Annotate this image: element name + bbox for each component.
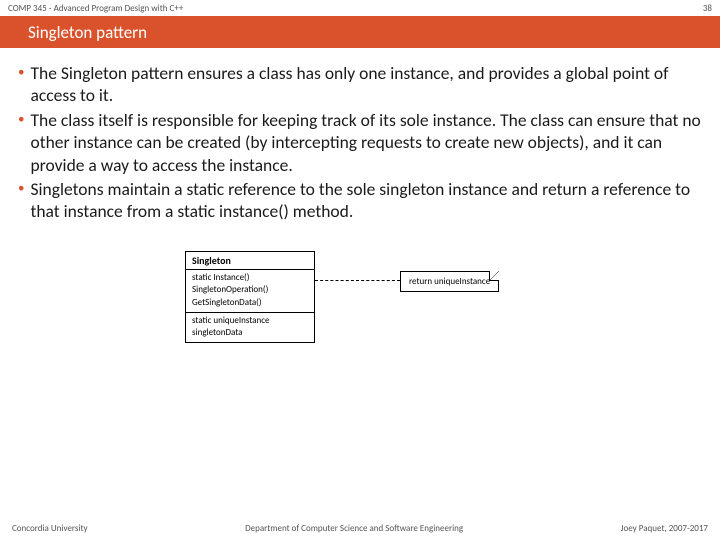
top-bar: COMP 345 - Advanced Program Design with … [0,0,720,16]
slide-title: Singleton pattern [28,22,147,43]
note-fold-icon [489,271,499,281]
footer-left: Concordia University [12,523,88,534]
bullet-item: • Singletons maintain a static reference… [18,178,702,223]
uml-class-name: Singleton [186,252,314,270]
footer-right: Joey Paquet, 2007-2017 [621,523,708,534]
uml-attributes: static uniqueInstance singletonData [186,313,314,342]
bullet-marker-icon: • [18,109,24,176]
bullet-text: The class itself is responsible for keep… [30,109,702,176]
slide-number: 38 [703,3,712,14]
uml-connector [315,280,400,281]
uml-attr-line: static uniqueInstance [192,315,308,328]
uml-operations: static Instance() SingletonOperation() G… [186,270,314,313]
content-area: • The Singleton pattern ensures a class … [0,48,720,371]
course-label: COMP 345 - Advanced Program Design with … [8,3,183,14]
footer-center: Department of Computer Science and Softw… [245,523,463,534]
bullet-item: • The class itself is responsible for ke… [18,109,702,176]
bullet-marker-icon: • [18,178,24,223]
bullet-text: Singletons maintain a static reference t… [30,178,702,223]
uml-attr-line: singletonData [192,327,308,340]
uml-op-line: static Instance() [192,272,308,285]
footer: Concordia University Department of Compu… [0,516,720,540]
uml-note-text: return uniqueInstance [409,276,490,287]
bullet-item: • The Singleton pattern ensures a class … [18,62,702,107]
title-bar: Singleton pattern [0,16,720,48]
uml-op-line: GetSingletonData() [192,297,308,310]
uml-note-box: return uniqueInstance [400,271,499,292]
uml-class-box: Singleton static Instance() SingletonOpe… [185,251,315,343]
bullet-marker-icon: • [18,62,24,107]
bullet-text: The Singleton pattern ensures a class ha… [30,62,702,107]
uml-diagram: Singleton static Instance() SingletonOpe… [185,251,535,371]
uml-op-line: SingletonOperation() [192,284,308,297]
